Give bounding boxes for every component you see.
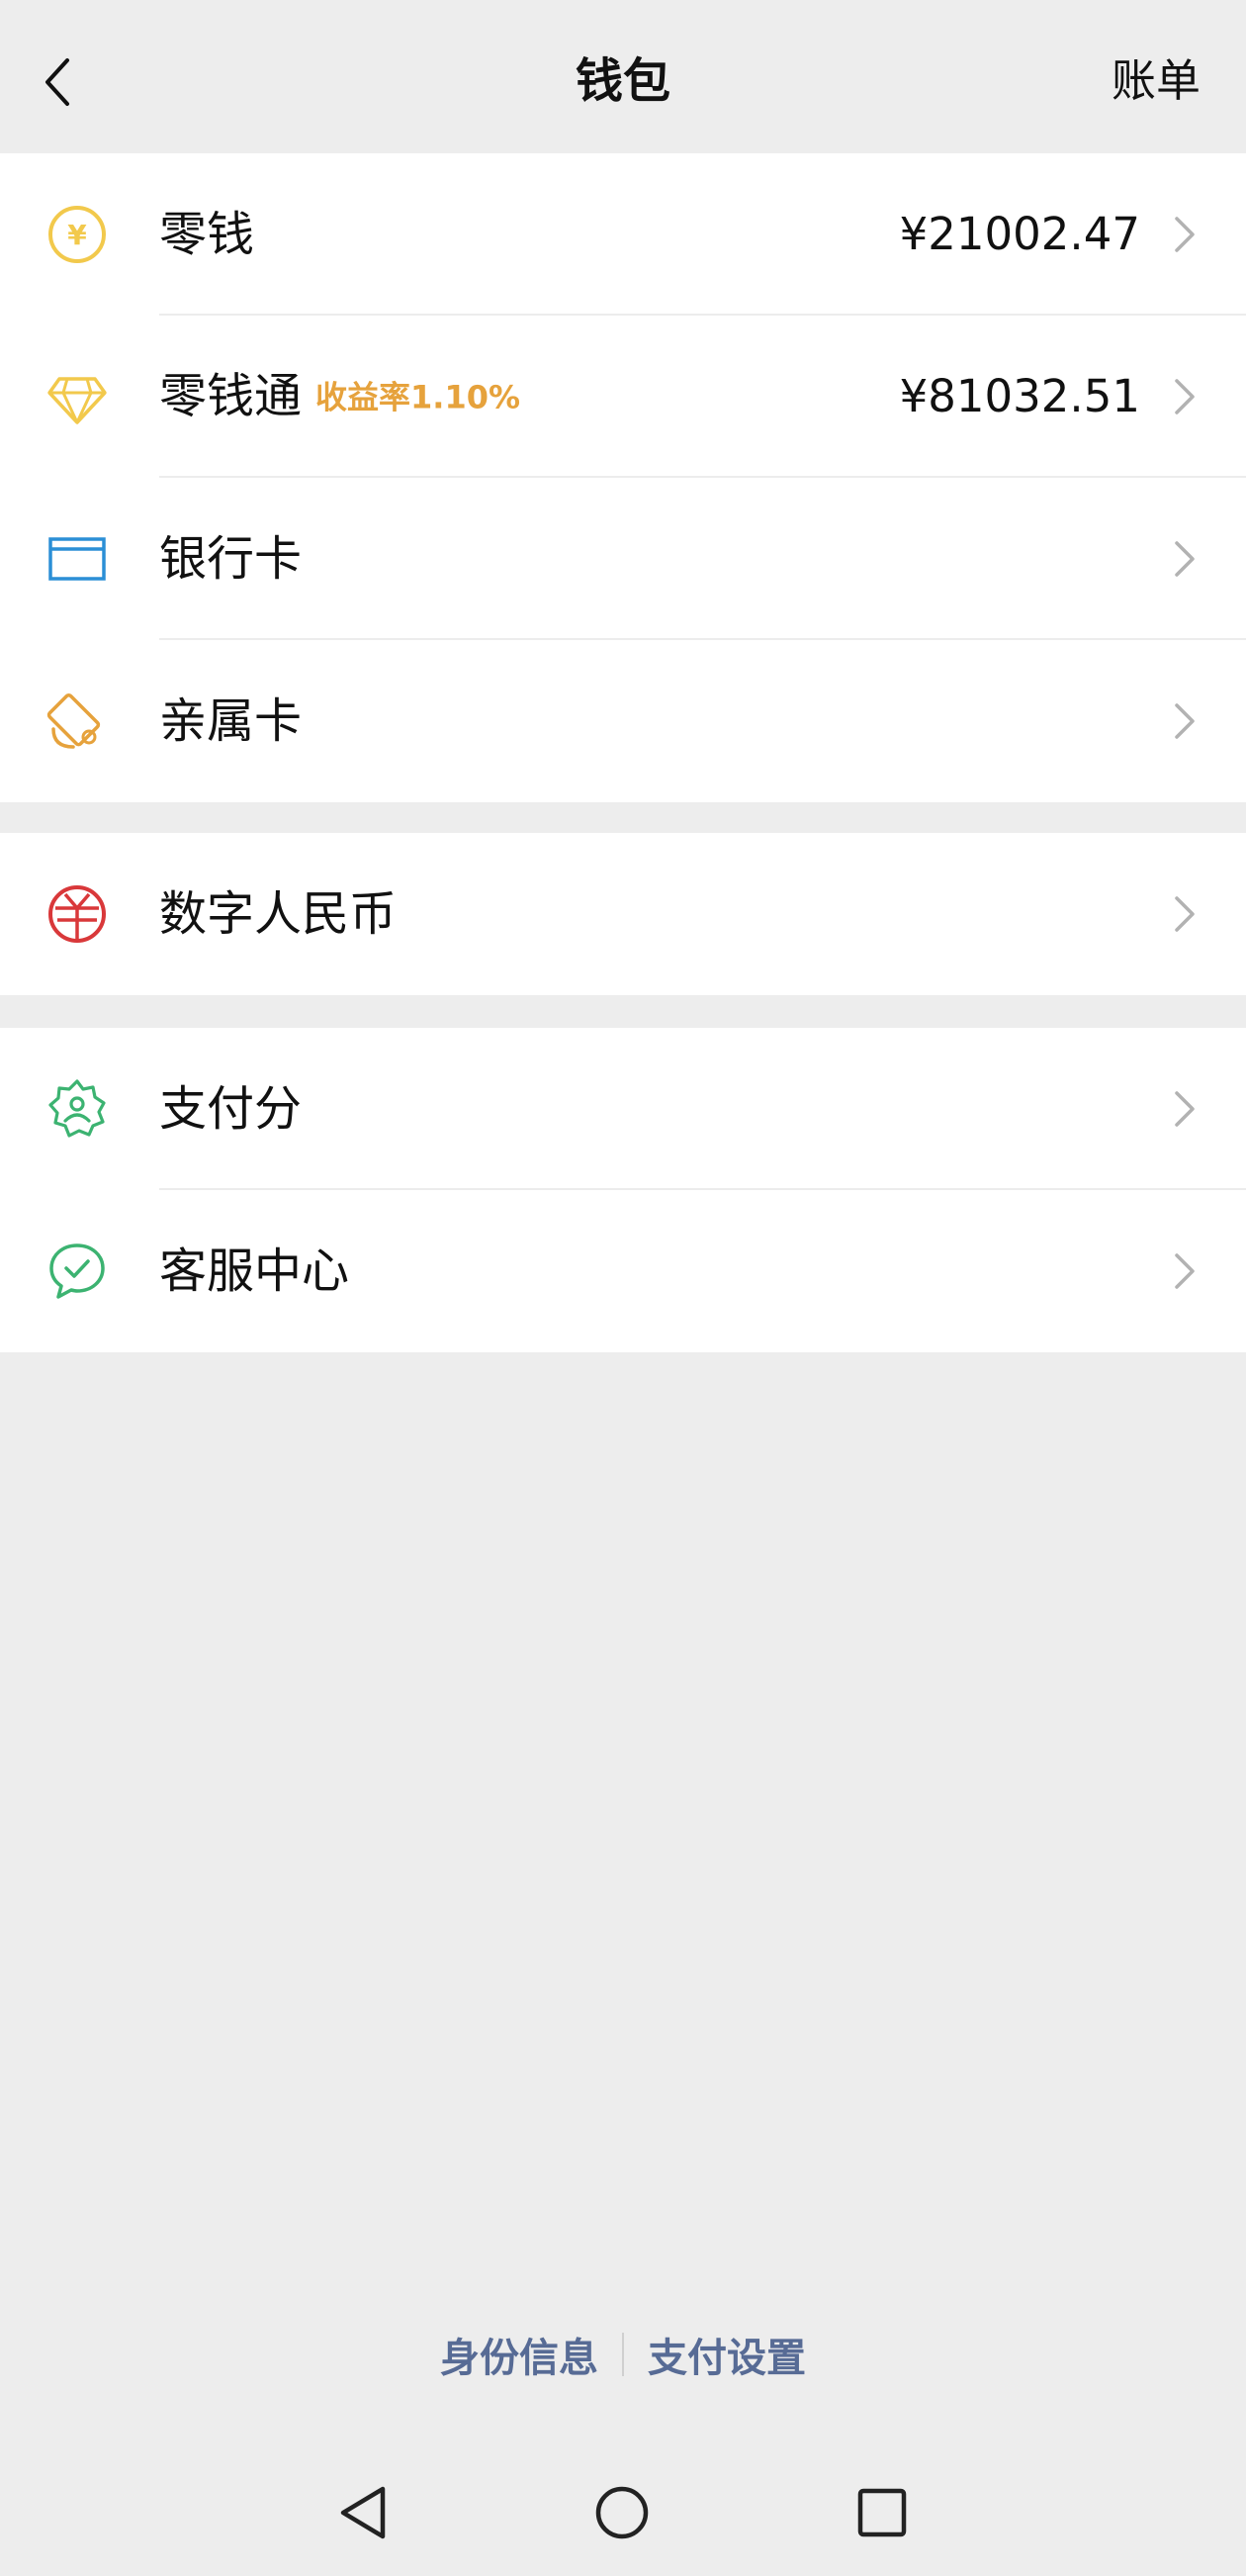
wallet-group-digital-rmb: 数字人民币 bbox=[0, 833, 1246, 995]
change-plus-balance: ¥81032.51 bbox=[899, 370, 1140, 422]
identity-info-link[interactable]: 身份信息 bbox=[416, 2326, 622, 2383]
chevron-right-icon bbox=[1173, 539, 1197, 579]
family-card-label: 亲属卡 bbox=[159, 693, 303, 749]
wallet-group-services: 支付分 客服中心 bbox=[0, 1028, 1246, 1352]
pay-score-label: 支付分 bbox=[159, 1081, 303, 1137]
system-back-button[interactable] bbox=[323, 2473, 402, 2552]
list-item-customer-service[interactable]: 客服中心 bbox=[0, 1190, 1246, 1352]
chevron-right-icon bbox=[1173, 215, 1197, 254]
digital-rmb-icon bbox=[45, 882, 109, 946]
family-card-icon bbox=[45, 690, 109, 753]
chevron-right-icon bbox=[1173, 894, 1197, 934]
bill-button[interactable]: 账单 bbox=[1112, 51, 1201, 111]
yield-rate-badge: 收益率1.10% bbox=[315, 378, 521, 416]
system-nav-bar bbox=[0, 2473, 1246, 2552]
list-item-bank-card[interactable]: 银行卡 bbox=[0, 478, 1246, 640]
wallet-group-funds: ¥ 零钱 ¥21002.47 零钱通 收益率1.10% ¥81032.51 银行… bbox=[0, 153, 1246, 802]
diamond-icon bbox=[45, 365, 109, 428]
bank-card-icon bbox=[45, 527, 109, 591]
customer-service-icon bbox=[45, 1240, 109, 1303]
chevron-right-icon bbox=[1173, 1089, 1197, 1129]
change-plus-label: 零钱通 收益率1.10% bbox=[159, 367, 520, 427]
yen-coin-icon: ¥ bbox=[45, 203, 109, 266]
digital-rmb-label: 数字人民币 bbox=[159, 886, 398, 942]
chevron-right-icon bbox=[1173, 701, 1197, 741]
svg-text:¥: ¥ bbox=[67, 219, 87, 251]
top-nav-bar: 钱包 账单 bbox=[0, 0, 1246, 153]
list-item-digital-rmb[interactable]: 数字人民币 bbox=[0, 833, 1246, 995]
customer-service-label: 客服中心 bbox=[159, 1243, 350, 1299]
system-recents-button[interactable] bbox=[843, 2473, 922, 2552]
list-item-change[interactable]: ¥ 零钱 ¥21002.47 bbox=[0, 153, 1246, 316]
system-home-button[interactable] bbox=[582, 2473, 662, 2552]
chevron-right-icon bbox=[1173, 1251, 1197, 1291]
chevron-right-icon bbox=[1173, 377, 1197, 416]
list-item-family-card[interactable]: 亲属卡 bbox=[0, 640, 1246, 802]
recents-square-icon bbox=[857, 2488, 907, 2537]
change-plus-title: 零钱通 bbox=[159, 368, 303, 424]
list-item-pay-score[interactable]: 支付分 bbox=[0, 1028, 1246, 1190]
pay-score-icon bbox=[45, 1077, 109, 1141]
change-label: 零钱 bbox=[159, 207, 255, 262]
home-circle-icon bbox=[595, 2486, 649, 2539]
payment-settings-link[interactable]: 支付设置 bbox=[624, 2326, 830, 2383]
back-triangle-icon bbox=[340, 2486, 386, 2539]
change-balance: ¥21002.47 bbox=[899, 208, 1140, 260]
footer-links: 身份信息 支付设置 bbox=[0, 2325, 1246, 2384]
bank-card-label: 银行卡 bbox=[159, 531, 303, 587]
list-item-change-plus[interactable]: 零钱通 收益率1.10% ¥81032.51 bbox=[0, 316, 1246, 478]
page-title: 钱包 bbox=[575, 53, 670, 109]
